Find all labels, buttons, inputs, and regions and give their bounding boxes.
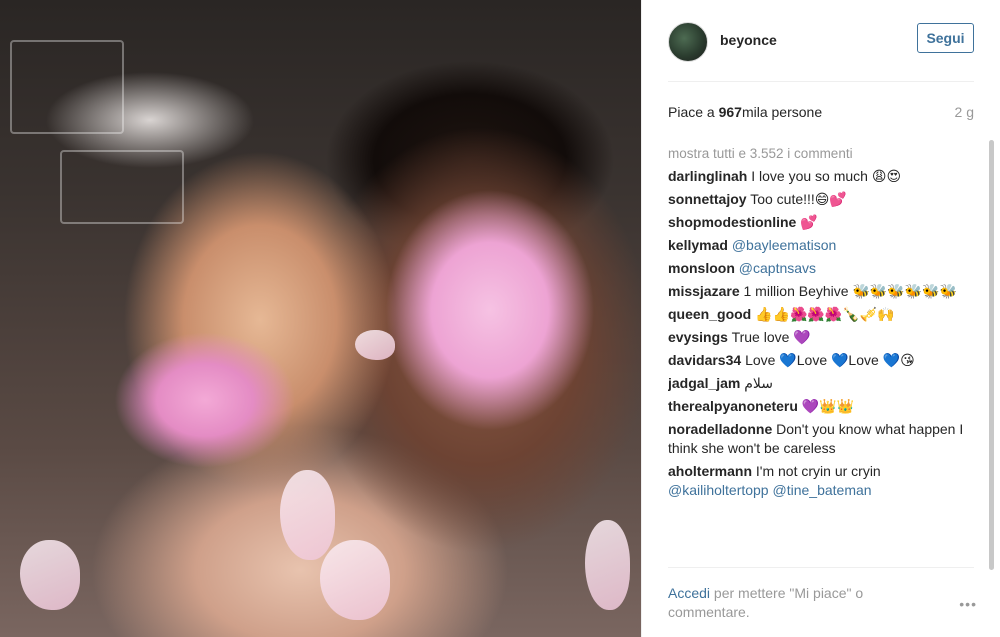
comment-container: darlinglinah I love you so much 😩😍 sonnet… <box>668 167 968 500</box>
comment-text: True love 💜 <box>731 329 811 345</box>
follow-button[interactable]: Segui <box>917 23 974 53</box>
comment-item: monsloon @captnsavs <box>668 259 968 278</box>
photo-detail-tile <box>60 150 184 224</box>
likes-prefix: Piace a <box>668 104 719 120</box>
comment-text: سلام <box>744 375 774 391</box>
login-link[interactable]: Accedi <box>668 585 710 601</box>
comment-username[interactable]: therealpyanoneteru <box>668 398 798 414</box>
comment-text: 1 million Beyhive 🐝🐝🐝🐝🐝🐝 <box>743 283 958 299</box>
photo-petal <box>320 540 390 620</box>
comment-item: sonnettajoy Too cute!!!😄💕 <box>668 190 968 209</box>
comment-mention[interactable]: @kailiholtertopp <box>668 482 769 498</box>
header-divider <box>668 81 974 82</box>
show-all-comments-link[interactable]: mostra tutti e 3.552 i commenti <box>668 144 968 163</box>
comment-text: 👍👍🌺🌺🌺🍾🎺🙌 <box>755 306 895 322</box>
comment-item: shopmodestionline 💕 <box>668 213 968 232</box>
comment-text: I'm not cryin ur cryin <box>755 463 881 479</box>
comment-mention[interactable]: @tine_bateman <box>773 482 872 498</box>
comment-username[interactable]: darlinglinah <box>668 168 747 184</box>
photo-petal <box>20 540 80 610</box>
comment-username[interactable]: sonnettajoy <box>668 191 747 207</box>
comments-scrollbar[interactable] <box>989 140 994 570</box>
post-timestamp[interactable]: 2 g <box>955 104 974 120</box>
likes-count[interactable]: Piace a 967mila persone <box>668 104 822 120</box>
comment-username[interactable]: aholtermann <box>668 463 752 479</box>
comment-username[interactable]: davidars34 <box>668 352 741 368</box>
comment-item: kellymad @bayleematison <box>668 236 968 255</box>
comment-item: jadgal_jam سلام <box>668 374 968 393</box>
comment-username[interactable]: missjazare <box>668 283 740 299</box>
post-details-panel: beyonce Segui Piace a 967mila persone 2 … <box>641 0 1000 637</box>
photo-petal <box>280 470 335 560</box>
comment-item: noradelladonne Don't you know what happe… <box>668 420 968 458</box>
post-username[interactable]: beyonce <box>720 32 777 48</box>
comment-username[interactable]: jadgal_jam <box>668 375 740 391</box>
comment-item: darlinglinah I love you so much 😩😍 <box>668 167 968 186</box>
likes-suffix: mila persone <box>741 104 823 120</box>
comment-text: 💜👑👑 <box>801 398 855 414</box>
comments-list[interactable]: mostra tutti e 3.552 i commenti darlingl… <box>668 144 968 566</box>
scrollbar-thumb[interactable] <box>989 140 994 570</box>
post-header: beyonce Segui <box>668 22 974 62</box>
likes-number: 967 <box>718 104 742 120</box>
comment-item: davidars34 Love 💙Love 💙Love 💙😘 <box>668 351 968 370</box>
comment-item: aholtermann I'm not cryin ur cryin @kaili… <box>668 462 968 500</box>
comment-item: queen_good 👍👍🌺🌺🌺🍾🎺🙌 <box>668 305 968 324</box>
photo-petal <box>585 520 630 610</box>
comment-username[interactable]: queen_good <box>668 306 751 322</box>
comment-text: I love you so much 😩😍 <box>751 168 902 184</box>
comment-username[interactable]: shopmodestionline <box>668 214 796 230</box>
login-prompt: Accedi per mettere "Mi piace" o commenta… <box>668 584 918 622</box>
comment-text: Love 💙Love 💙Love 💙😘 <box>745 352 915 368</box>
comment-username[interactable]: noradelladonne <box>668 421 772 437</box>
comment-item: therealpyanoneteru 💜👑👑 <box>668 397 968 416</box>
comment-text: 💕 <box>800 214 818 230</box>
comment-username[interactable]: monsloon <box>668 260 735 276</box>
comment-item: evysings True love 💜 <box>668 328 968 347</box>
comment-item: missjazare 1 million Beyhive 🐝🐝🐝🐝🐝🐝 <box>668 282 968 301</box>
comment-mention[interactable]: @bayleematison <box>732 237 837 253</box>
photo-detail-tile <box>10 40 124 134</box>
comment-text: Too cute!!!😄💕 <box>750 191 847 207</box>
photo-petal <box>355 330 395 360</box>
comment-username[interactable]: evysings <box>668 329 728 345</box>
comment-username[interactable]: kellymad <box>668 237 728 253</box>
post-photo[interactable] <box>0 0 641 637</box>
footer-divider <box>668 567 974 568</box>
ellipsis-icon[interactable]: ••• <box>959 596 977 612</box>
comment-mention[interactable]: @captnsavs <box>739 260 816 276</box>
profile-avatar[interactable] <box>668 22 708 62</box>
